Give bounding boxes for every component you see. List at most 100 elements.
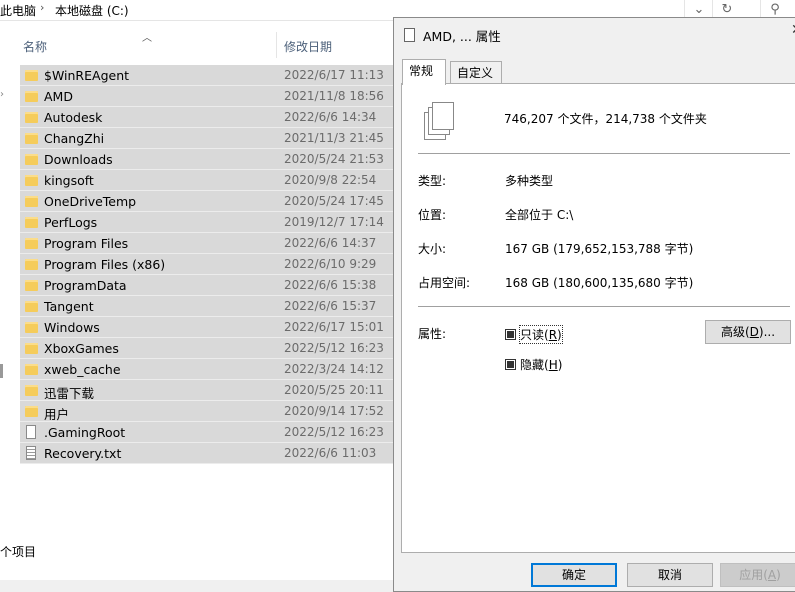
file-count: 746,207 个文件，214,738 个文件夹 <box>504 112 707 126</box>
file-row[interactable]: xweb_cache 2022/3/24 14:12 <box>20 359 400 380</box>
file-modified-date: 2019/12/7 17:14 <box>284 215 384 229</box>
general-tab-panel: 746,207 个文件，214,738 个文件夹 类型: 多种类型 位置: 全部… <box>401 83 795 553</box>
disk-size-value: 168 GB (180,600,135,680 字节) <box>505 276 694 290</box>
apply-button[interactable]: 应用(A) <box>720 563 795 587</box>
folder-icon <box>25 383 38 397</box>
folder-icon <box>25 362 38 376</box>
file-row[interactable]: AMD 2021/11/8 18:56 <box>20 86 400 107</box>
file-name: OneDriveTemp <box>44 194 137 209</box>
close-icon[interactable]: ✕ <box>791 22 795 38</box>
file-modified-date: 2022/6/6 14:37 <box>284 236 377 250</box>
file-modified-date: 2022/6/10 9:29 <box>284 257 377 271</box>
folder-icon <box>25 320 38 334</box>
readonly-label[interactable]: 只读(R) <box>519 325 563 344</box>
folder-icon <box>25 68 38 82</box>
folder-icon <box>25 299 38 313</box>
type-label: 类型: <box>418 174 447 188</box>
folder-icon <box>25 278 38 292</box>
column-divider[interactable] <box>276 32 277 58</box>
folder-icon <box>25 341 38 355</box>
readonly-checkbox[interactable] <box>505 329 516 340</box>
file-name: kingsoft <box>44 173 94 188</box>
location-value: 全部位于 C:\ <box>505 208 574 222</box>
text-file-icon <box>25 446 38 460</box>
folder-icon <box>25 236 38 250</box>
tab-customize[interactable]: 自定义 <box>450 61 502 83</box>
file-modified-date: 2020/5/25 20:11 <box>284 383 384 397</box>
file-modified-date: 2022/5/12 16:23 <box>284 341 384 355</box>
folder-icon <box>25 257 38 271</box>
file-name: Recovery.txt <box>44 446 122 461</box>
type-value: 多种类型 <box>505 174 554 188</box>
disk-size-label: 占用空间: <box>418 276 471 290</box>
file-modified-date: 2022/5/12 16:23 <box>284 425 384 439</box>
file-row[interactable]: .GamingRoot 2022/5/12 16:23 <box>20 422 400 443</box>
file-name: Downloads <box>44 152 113 167</box>
divider <box>418 306 790 307</box>
chevron-right-icon[interactable]: › <box>0 89 4 100</box>
column-name[interactable]: 名称 <box>23 38 47 55</box>
file-modified-date: 2022/3/24 14:12 <box>284 362 384 376</box>
folder-icon <box>25 152 38 166</box>
hidden-label[interactable]: 隐藏(H) <box>520 356 562 373</box>
file-modified-date: 2022/6/17 11:13 <box>284 68 384 82</box>
file-name: ChangZhi <box>44 131 105 146</box>
breadcrumb-this-pc[interactable]: 此电脑 <box>0 2 36 19</box>
cancel-button[interactable]: 取消 <box>627 563 713 587</box>
file-row[interactable]: Autodesk 2022/6/6 14:34 <box>20 107 400 128</box>
file-row[interactable]: ChangZhi 2021/11/3 21:45 <box>20 128 400 149</box>
file-modified-date: 2022/6/6 15:38 <box>284 278 377 292</box>
ok-button[interactable]: 确定 <box>531 563 617 587</box>
chevron-right-icon[interactable]: › <box>40 1 44 14</box>
file-row[interactable]: Recovery.txt 2022/6/6 11:03 <box>20 443 400 464</box>
file-row[interactable]: PerfLogs 2019/12/7 17:14 <box>20 212 400 233</box>
file-modified-date: 2020/5/24 21:53 <box>284 152 384 166</box>
file-name: Windows <box>44 320 100 335</box>
file-modified-date: 2022/6/6 11:03 <box>284 446 377 460</box>
file-row[interactable]: kingsoft 2020/9/8 22:54 <box>20 170 400 191</box>
file-name: $WinREAgent <box>44 68 130 83</box>
file-row[interactable]: Program Files (x86) 2022/6/10 9:29 <box>20 254 400 275</box>
folder-icon <box>25 89 38 103</box>
sort-up-icon: ︿ <box>142 33 152 44</box>
hidden-checkbox[interactable] <box>505 359 516 370</box>
file-name: AMD <box>44 89 73 104</box>
tab-general[interactable]: 常规 <box>402 59 446 85</box>
file-modified-date: 2022/6/6 14:34 <box>284 110 377 124</box>
file-explorer: 名称 ︿ 修改日期 › $WinREAgent 2022/6/17 11:13 AM… <box>0 0 400 580</box>
file-row[interactable]: OneDriveTemp 2020/5/24 17:45 <box>20 191 400 212</box>
file-row[interactable]: Downloads 2020/5/24 21:53 <box>20 149 400 170</box>
file-row[interactable]: XboxGames 2022/5/12 16:23 <box>20 338 400 359</box>
file-row[interactable]: Tangent 2022/6/6 15:37 <box>20 296 400 317</box>
file-modified-date: 2021/11/3 21:45 <box>284 131 384 145</box>
breadcrumb-local-disk[interactable]: 本地磁盘 (C:) <box>55 2 129 19</box>
column-header: 名称 ︿ 修改日期 <box>0 30 400 60</box>
file-icon <box>25 425 38 439</box>
file-row[interactable]: Program Files 2022/6/6 14:37 <box>20 233 400 254</box>
file-modified-date: 2021/11/8 18:56 <box>284 89 384 103</box>
file-name: Program Files (x86) <box>44 257 166 272</box>
file-row[interactable]: 用户 2020/9/14 17:52 <box>20 401 400 422</box>
file-modified-date: 2022/6/6 15:37 <box>284 299 377 313</box>
folder-icon <box>25 404 38 418</box>
file-name: Program Files <box>44 236 129 251</box>
divider <box>418 153 790 154</box>
file-row[interactable]: $WinREAgent 2022/6/17 11:13 <box>20 65 400 86</box>
location-label: 位置: <box>418 208 447 222</box>
size-label: 大小: <box>418 242 447 256</box>
folder-icon <box>25 131 38 145</box>
file-row[interactable]: 迅雷下载 2020/5/25 20:11 <box>20 380 400 401</box>
file-name: 用户 <box>44 407 70 422</box>
file-modified-date: 2020/9/14 17:52 <box>284 404 384 418</box>
file-row[interactable]: Windows 2022/6/17 15:01 <box>20 317 400 338</box>
folder-icon <box>25 173 38 187</box>
file-modified-date: 2020/5/24 17:45 <box>284 194 384 208</box>
advanced-button[interactable]: 高级(D)... <box>705 320 791 344</box>
nav-pane-scroll[interactable] <box>0 364 3 378</box>
folder-icon <box>25 110 38 124</box>
column-modified[interactable]: 修改日期 <box>284 38 332 55</box>
file-name: xweb_cache <box>44 362 121 377</box>
file-row[interactable]: ProgramData 2022/6/6 15:38 <box>20 275 400 296</box>
file-name: ProgramData <box>44 278 127 293</box>
status-item-count: 个项目 <box>0 545 37 559</box>
